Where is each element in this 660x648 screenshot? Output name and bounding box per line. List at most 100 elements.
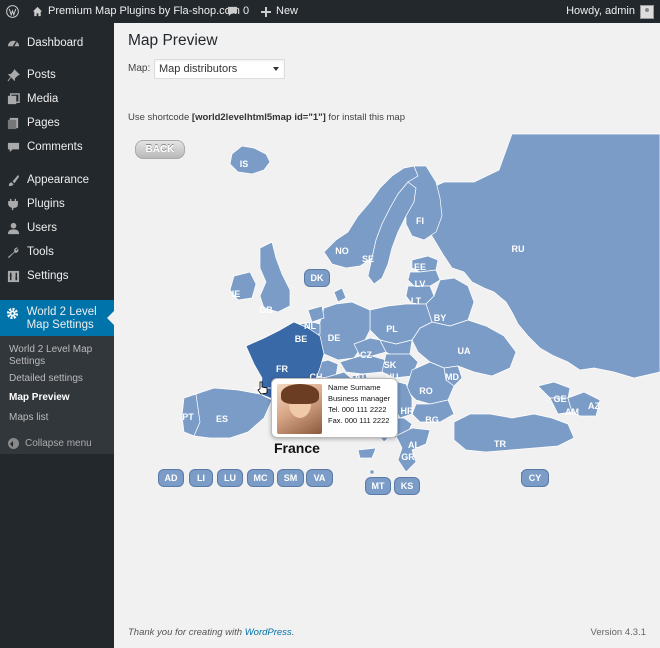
page-title: Map Preview [128,32,218,49]
collapse-menu-button[interactable]: Collapse menu [0,438,92,449]
country-es [193,387,273,439]
country-tooltip: Name Surname Business manager Tel. 000 1… [271,378,398,438]
plus-icon [261,6,271,17]
sidebar-item-label: World 2 Level Map Settings [26,306,97,331]
country-button-li[interactable]: LI [189,469,213,487]
country-label[interactable]: FR [276,364,288,374]
avatar [640,4,654,19]
map-select-value: Map distributors [159,63,238,75]
country-it-sicily [357,447,377,459]
users-icon [6,221,20,235]
country-label[interactable]: BY [434,313,447,323]
collapse-label: Collapse menu [25,438,92,449]
submenu-item-settings[interactable]: World 2 Level Map Settings [9,344,109,368]
footer-version: Version 4.3.1 [590,627,646,638]
sidebar-item-plugins[interactable]: Plugins [0,192,114,216]
country-label[interactable]: LV [415,279,426,289]
country-label[interactable]: FI [416,216,424,226]
country-button-lu[interactable]: LU [217,469,243,487]
country-button-va[interactable]: VA [306,469,333,487]
pin-icon [6,68,20,82]
howdy-label: Howdy, admin [566,5,635,17]
country-button-ks[interactable]: KS [394,477,420,495]
selected-country-name: France [274,440,320,456]
account-menu[interactable]: Howdy, admin [566,0,654,23]
country-button-dk[interactable]: DK [304,269,330,287]
country-button-cy[interactable]: CY [521,469,549,487]
sidebar-item-world-2-level-map[interactable]: World 2 Level Map Settings [0,300,114,336]
wordpress-logo-icon[interactable] [6,0,19,23]
sidebar-item-label: Comments [27,141,83,153]
country-label[interactable]: CZ [360,350,372,360]
sidebar-item-appearance[interactable]: Appearance [0,168,114,192]
main-content: Map Preview Map: Map distributors Use sh… [114,23,660,648]
country-label[interactable]: GB [259,305,273,315]
settings-icon [6,269,20,283]
country-label[interactable]: SE [362,254,374,264]
contact-fax: Fax. 000 111 2222 [328,416,390,425]
wordpress-link[interactable]: WordPress [245,627,292,638]
admin-bar: Premium Map Plugins by Fla-shop.com 0 Ne… [0,0,660,23]
country-button-mc[interactable]: MC [247,469,274,487]
country-label[interactable]: PL [386,324,398,334]
country-label[interactable]: IE [232,289,241,299]
footer-thanks-suffix: . [291,627,295,638]
country-label[interactable]: GR [401,452,415,462]
country-label[interactable]: BG [425,415,439,425]
country-label[interactable]: GE [553,394,566,404]
gear-icon [6,306,20,320]
sidebar-item-label: Users [27,222,58,234]
country-label[interactable]: RU [512,244,525,254]
sidebar-item-comments[interactable]: Comments [0,135,114,159]
shortcode-prefix: Use shortcode [128,112,192,123]
submenu-item-map-preview[interactable]: Map Preview [9,392,109,404]
country-is [229,145,271,175]
country-label[interactable]: ES [216,414,228,424]
country-label[interactable]: LT [411,296,422,306]
country-label[interactable]: PT [182,412,194,422]
contact-tel: Tel. 000 111 2222 [328,405,387,414]
sidebar-item-pages[interactable]: Pages [0,111,114,135]
country-label[interactable]: AM [565,407,579,417]
country-label[interactable]: DE [328,333,341,343]
sidebar-item-posts[interactable]: Posts [0,63,114,87]
submenu-item-detailed-settings[interactable]: Detailed settings [9,373,109,385]
country-label[interactable]: RO [419,386,433,396]
footer-thanks: Thank you for creating with WordPress. [128,627,294,638]
brush-icon [6,173,20,187]
pages-icon [6,116,20,130]
dashboard-icon [6,36,20,50]
sidebar-item-label: Plugins [27,198,65,210]
country-label[interactable]: BE [295,334,308,344]
sidebar-item-dashboard[interactable]: Dashboard [0,31,114,55]
comments-link[interactable]: 0 [227,0,249,23]
country-label[interactable]: EE [414,262,426,272]
sidebar-item-tools[interactable]: Tools [0,240,114,264]
country-label[interactable]: AZ [588,401,600,411]
country-button-mt[interactable]: MT [365,477,391,495]
country-label[interactable]: NL [304,321,316,331]
country-label[interactable]: SK [384,360,397,370]
country-button-sm[interactable]: SM [277,469,304,487]
country-label[interactable]: MD [445,372,459,382]
country-gr [395,427,431,473]
shortcode-suffix: for install this map [325,112,405,123]
contact-photo [277,384,322,434]
map-select[interactable]: Map distributors [154,59,285,79]
country-label[interactable]: NO [335,246,349,256]
admin-sidebar: Dashboard Posts Media Pages Comments App… [0,23,114,648]
submenu-item-maps-list[interactable]: Maps list [9,412,109,424]
country-label[interactable]: TR [494,439,506,449]
country-label[interactable]: IS [240,159,249,169]
country-button-ad[interactable]: AD [158,469,184,487]
country-tr [453,413,575,453]
new-content-link[interactable]: New [261,0,298,23]
contact-position: Business manager [328,394,391,403]
sidebar-item-media[interactable]: Media [0,87,114,111]
sidebar-item-settings[interactable]: Settings [0,264,114,288]
site-name-label: Premium Map Plugins by Fla-shop.com [48,5,240,17]
country-label[interactable]: UA [458,346,471,356]
sidebar-item-users[interactable]: Users [0,216,114,240]
back-button[interactable]: BACK [135,140,185,159]
site-name-link[interactable]: Premium Map Plugins by Fla-shop.com [32,0,240,23]
